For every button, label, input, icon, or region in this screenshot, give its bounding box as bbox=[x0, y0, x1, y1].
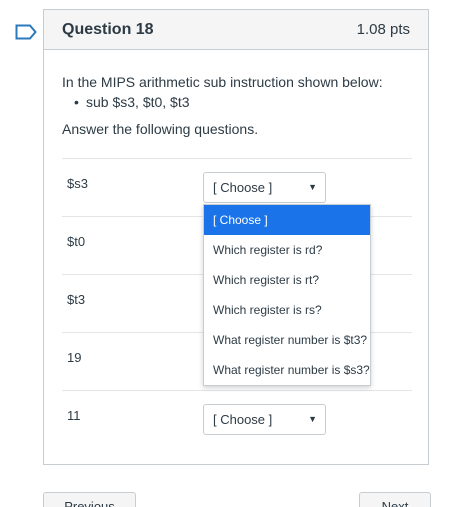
question-points: 1.08 pts bbox=[356, 21, 410, 38]
select-value: [ Choose ] bbox=[213, 412, 273, 427]
question-text: In the MIPS arithmetic sub instruction s… bbox=[62, 74, 383, 90]
row-label: 11 bbox=[67, 408, 81, 423]
dropdown-option-rs[interactable]: Which register is rs? bbox=[204, 295, 370, 325]
bullet-text: sub $s3, $t0, $t3 bbox=[86, 94, 190, 110]
select-value: [ Choose ] bbox=[213, 180, 273, 195]
answer-select-s3[interactable]: [ Choose ] ▼ bbox=[203, 172, 326, 203]
instruction-bullet: • sub $s3, $t0, $t3 bbox=[62, 92, 410, 112]
question-body: In the MIPS arithmetic sub instruction s… bbox=[44, 72, 428, 139]
question-header: Question 18 1.08 pts bbox=[44, 10, 428, 50]
answer-row-11: 11 [ Choose ] ▼ bbox=[62, 390, 412, 448]
dropdown-option-rt[interactable]: Which register is rt? bbox=[204, 265, 370, 295]
row-label: $s3 bbox=[67, 176, 88, 191]
dropdown-option-t3-number[interactable]: What register number is $t3? bbox=[204, 325, 370, 355]
next-button[interactable]: Next bbox=[359, 492, 431, 507]
bullet-icon: • bbox=[74, 94, 79, 110]
row-label: 19 bbox=[67, 350, 82, 365]
row-label: $t3 bbox=[67, 292, 86, 307]
instruction-text: Answer the following questions. bbox=[62, 121, 259, 137]
caret-down-icon: ▼ bbox=[308, 414, 317, 424]
caret-down-icon: ▼ bbox=[308, 182, 317, 192]
quiz-page: Question 18 1.08 pts In the MIPS arithme… bbox=[0, 0, 474, 507]
answer-dropdown-menu: [ Choose ] Which register is rd? Which r… bbox=[203, 204, 371, 386]
row-label: $t0 bbox=[67, 234, 86, 249]
answer-select-11[interactable]: [ Choose ] ▼ bbox=[203, 404, 326, 435]
previous-button[interactable]: Previous bbox=[43, 492, 136, 507]
bookmark-icon[interactable] bbox=[15, 24, 37, 40]
dropdown-option-choose[interactable]: [ Choose ] bbox=[204, 205, 370, 235]
question-title: Question 18 bbox=[62, 20, 154, 38]
dropdown-option-rd[interactable]: Which register is rd? bbox=[204, 235, 370, 265]
dropdown-option-s3-number[interactable]: What register number is $s3? bbox=[204, 355, 370, 385]
